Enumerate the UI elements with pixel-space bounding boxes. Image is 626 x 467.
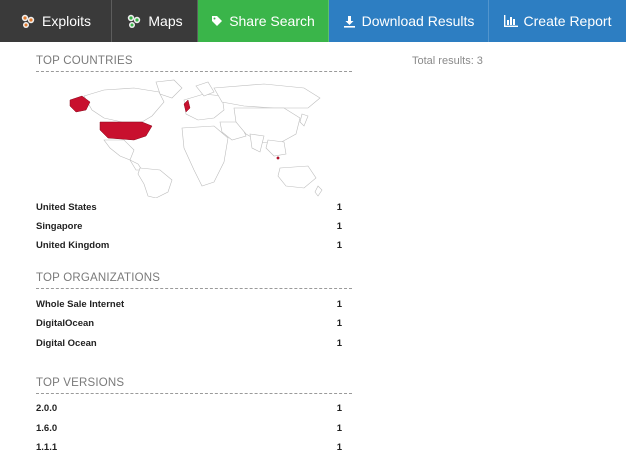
- map-scandinavia: [195, 81, 215, 97]
- country-count: 1: [336, 239, 342, 251]
- country-count: 1: [336, 201, 342, 213]
- download-results-button[interactable]: Download Results: [329, 0, 489, 42]
- map-canada: [83, 87, 165, 123]
- organizations-section-title: TOP ORGANIZATIONS: [36, 272, 352, 289]
- organization-name: Digital Ocean: [36, 337, 97, 349]
- map-highlight-usa: [99, 121, 153, 141]
- version-count: 1: [336, 422, 342, 434]
- map-russia: [213, 83, 321, 109]
- download-results-label: Download Results: [361, 13, 475, 29]
- country-row[interactable]: United Kingdom 1: [36, 237, 342, 253]
- bar-chart-icon: [503, 15, 518, 27]
- create-report-label: Create Report: [523, 13, 612, 29]
- share-search-button[interactable]: Share Search: [198, 0, 329, 42]
- organization-name: Whole Sale Internet: [36, 298, 125, 310]
- organization-row[interactable]: Digital Ocean 1: [36, 335, 342, 351]
- version-row[interactable]: 1.1.1 1: [36, 439, 342, 455]
- map-southeast-asia: [265, 139, 287, 157]
- organization-count: 1: [336, 317, 342, 329]
- map-africa: [181, 125, 229, 187]
- exploits-icon: [20, 13, 36, 29]
- version-row[interactable]: 2.0.0 1: [36, 400, 342, 416]
- exploits-button[interactable]: Exploits: [0, 0, 112, 42]
- total-results: Total results: 3: [412, 55, 483, 67]
- version-count: 1: [336, 441, 342, 453]
- countries-section-title: TOP COUNTRIES: [36, 55, 352, 72]
- map-mexico: [103, 139, 135, 161]
- version-count: 1: [336, 402, 342, 414]
- organization-row[interactable]: DigitalOcean 1: [36, 315, 342, 331]
- map-asia: [233, 107, 301, 145]
- maps-button[interactable]: Maps: [112, 0, 198, 42]
- country-row[interactable]: United States 1: [36, 199, 342, 215]
- map-south-america: [137, 167, 173, 198]
- country-count: 1: [336, 220, 342, 232]
- organization-row[interactable]: Whole Sale Internet 1: [36, 296, 342, 312]
- download-icon: [343, 15, 356, 28]
- version-name: 1.1.1: [36, 441, 58, 453]
- version-name: 1.6.0: [36, 422, 58, 434]
- share-search-label: Share Search: [229, 13, 315, 29]
- country-name: United Kingdom: [36, 239, 110, 251]
- organization-count: 1: [336, 337, 342, 349]
- tag-icon: [211, 15, 223, 27]
- toolbar: Exploits Maps Share Search Download Resu…: [0, 0, 626, 42]
- country-row[interactable]: Singapore 1: [36, 218, 342, 234]
- maps-icon: [126, 13, 142, 29]
- organization-count: 1: [336, 298, 342, 310]
- country-name: United States: [36, 201, 97, 213]
- create-report-button[interactable]: Create Report: [489, 0, 626, 42]
- map-highlight-singapore: [276, 156, 280, 160]
- version-row[interactable]: 1.6.0 1: [36, 420, 342, 436]
- map-japan: [299, 113, 309, 127]
- world-map: [69, 79, 323, 198]
- exploits-label: Exploits: [41, 13, 92, 29]
- versions-section-title: TOP VERSIONS: [36, 377, 352, 394]
- organization-name: DigitalOcean: [36, 317, 95, 329]
- country-name: Singapore: [36, 220, 83, 232]
- maps-label: Maps: [148, 13, 183, 29]
- map-new-zealand: [314, 185, 323, 197]
- version-name: 2.0.0: [36, 402, 58, 414]
- map-india: [249, 133, 265, 153]
- map-australia: [277, 165, 317, 189]
